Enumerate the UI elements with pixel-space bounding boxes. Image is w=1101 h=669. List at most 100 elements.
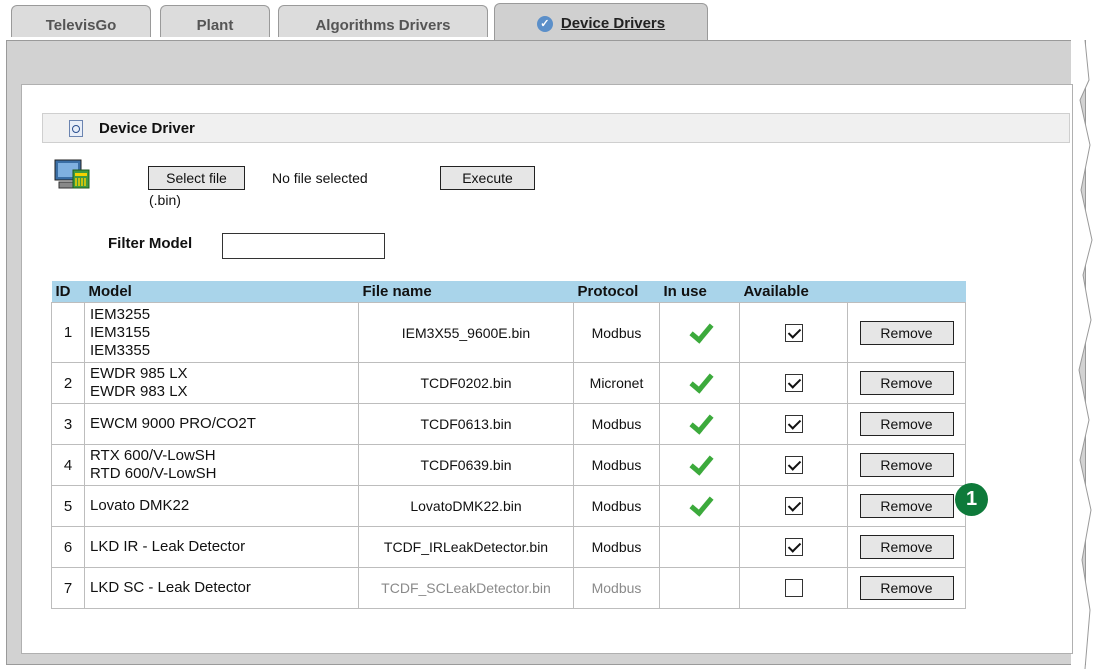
available-checkbox[interactable]	[784, 374, 803, 393]
table-row: 5 Lovato DMK22 LovatoDMK22.bin Modbus Remove	[51, 485, 966, 527]
remove-button[interactable]: Remove	[859, 371, 954, 395]
cell-model: LKD SC - Leak Detector	[84, 567, 359, 609]
remove-button[interactable]: Remove	[859, 453, 954, 477]
cell-id: 5	[51, 485, 85, 527]
model-name: IEM3355	[90, 341, 151, 359]
device-computer-icon	[54, 159, 90, 189]
cell-id: 7	[51, 567, 85, 609]
cell-available	[739, 362, 848, 404]
file-status-text: No file selected	[272, 170, 368, 186]
model-name: IEM3155	[90, 323, 151, 341]
tab-plant[interactable]: Plant	[160, 5, 270, 37]
cell-model: EWDR 985 LX EWDR 983 LX	[84, 362, 359, 404]
green-check-icon	[687, 414, 713, 434]
cell-protocol: Modbus	[573, 444, 660, 486]
cell-file-name: LovatoDMK22.bin	[358, 485, 574, 527]
table-row: 7 LKD SC - Leak Detector TCDF_SCLeakDetect…	[51, 567, 966, 609]
available-checkbox[interactable]	[784, 323, 803, 342]
tab-label: TelevisGo	[45, 17, 117, 34]
cell-protocol: Modbus	[573, 567, 660, 609]
cell-available	[739, 485, 848, 527]
tab-label: Algorithms Drivers	[315, 17, 451, 34]
green-check-icon	[687, 373, 713, 393]
cell-available	[739, 403, 848, 445]
cell-file-name: TCDF_SCLeakDetector.bin	[358, 567, 574, 609]
col-header-action	[847, 281, 966, 303]
tab-strip: TelevisGo Plant Algorithms Drivers ✓ Devi…	[0, 0, 1101, 44]
cell-file-name: IEM3X55_9600E.bin	[358, 302, 574, 363]
tab-device-drivers[interactable]: ✓ Device Drivers	[494, 3, 708, 43]
table-row: 2 EWDR 985 LX EWDR 983 LX TCDF0202.bin Micro…	[51, 362, 966, 404]
cell-id: 4	[51, 444, 85, 486]
table-row: 6 LKD IR - Leak Detector TCDF_IRLeakDetect…	[51, 526, 966, 568]
cell-action: Remove	[847, 403, 966, 445]
cell-in-use	[659, 567, 740, 609]
select-file-button[interactable]: Select file	[148, 166, 245, 190]
available-checkbox[interactable]	[784, 456, 803, 475]
model-name: EWCM 9000 PRO/CO2T	[90, 415, 256, 432]
cell-in-use	[659, 403, 740, 445]
cell-file-name: TCDF0202.bin	[358, 362, 574, 404]
remove-button[interactable]: Remove	[859, 535, 954, 559]
col-header-file: File name	[358, 281, 574, 303]
cell-model: EWCM 9000 PRO/CO2T	[84, 403, 359, 445]
torn-edge-decoration	[1071, 40, 1093, 669]
tab-label: Device Drivers	[560, 15, 666, 32]
cell-protocol: Micronet	[573, 362, 660, 404]
section-title: Device Driver	[99, 120, 195, 137]
cell-in-use	[659, 485, 740, 527]
cell-in-use	[659, 302, 740, 363]
cell-file-name: TCDF_IRLeakDetector.bin	[358, 526, 574, 568]
magnifier-document-icon	[69, 120, 83, 137]
cell-file-name: TCDF0639.bin	[358, 444, 574, 486]
available-checkbox[interactable]	[784, 497, 803, 516]
tab-algorithms-drivers[interactable]: Algorithms Drivers	[278, 5, 488, 37]
filter-model-input[interactable]	[222, 233, 385, 259]
remove-button[interactable]: Remove	[859, 576, 954, 600]
green-check-icon	[687, 496, 713, 516]
cell-action: Remove	[847, 362, 966, 404]
filter-model-label: Filter Model	[108, 235, 193, 252]
model-name: RTX 600/V-LowSH	[90, 447, 216, 464]
remove-button[interactable]: Remove	[859, 494, 954, 518]
execute-button[interactable]: Execute	[440, 166, 535, 190]
available-checkbox[interactable]	[784, 579, 803, 598]
table-header-row: ID Model File name Protocol In use Avail…	[51, 281, 966, 303]
file-type-hint: (.bin)	[149, 192, 181, 208]
cell-available	[739, 444, 848, 486]
available-checkbox[interactable]	[784, 415, 803, 434]
green-check-icon	[687, 323, 713, 343]
tab-televisgo[interactable]: TelevisGo	[11, 5, 151, 37]
cell-id: 2	[51, 362, 85, 404]
cell-action: Remove	[847, 302, 966, 363]
remove-button[interactable]: Remove	[859, 320, 954, 345]
table-row: 4 RTX 600/V-LowSH RTD 600/V-LowSH TCDF0639.…	[51, 444, 966, 486]
section-header: Device Driver	[42, 113, 1070, 143]
table-row: 1 IEM3255 IEM3155 IEM3355 IEM3X55_9600E.bin M…	[51, 302, 966, 363]
table-body: 1 IEM3255 IEM3155 IEM3355 IEM3X55_9600E.bin M…	[51, 302, 966, 609]
checkmark-icon: ✓	[536, 16, 553, 32]
cell-available	[739, 302, 848, 363]
cell-file-name: TCDF0613.bin	[358, 403, 574, 445]
cell-protocol: Modbus	[573, 485, 660, 527]
cell-action: Remove	[847, 567, 966, 609]
cell-action: Remove	[847, 485, 966, 527]
model-name: IEM3255	[90, 305, 151, 323]
cell-model: LKD IR - Leak Detector	[84, 526, 359, 568]
cell-id: 3	[51, 403, 85, 445]
cell-in-use	[659, 526, 740, 568]
tab-label: Plant	[196, 17, 234, 34]
driver-table: ID Model File name Protocol In use Avail…	[51, 281, 966, 609]
cell-id: 1	[51, 302, 85, 363]
col-header-id: ID	[51, 281, 85, 303]
available-checkbox[interactable]	[784, 538, 803, 557]
cell-in-use	[659, 444, 740, 486]
table-row: 3 EWCM 9000 PRO/CO2T TCDF0613.bin Modbus Rem…	[51, 403, 966, 445]
cell-action: Remove	[847, 444, 966, 486]
cell-model: RTX 600/V-LowSH RTD 600/V-LowSH	[84, 444, 359, 486]
remove-button[interactable]: Remove	[859, 412, 954, 436]
cell-model: IEM3255 IEM3155 IEM3355	[84, 302, 359, 363]
model-name: LKD IR - Leak Detector	[90, 538, 246, 555]
col-header-available: Available	[739, 281, 848, 303]
model-name: EWDR 985 LX	[90, 365, 188, 382]
